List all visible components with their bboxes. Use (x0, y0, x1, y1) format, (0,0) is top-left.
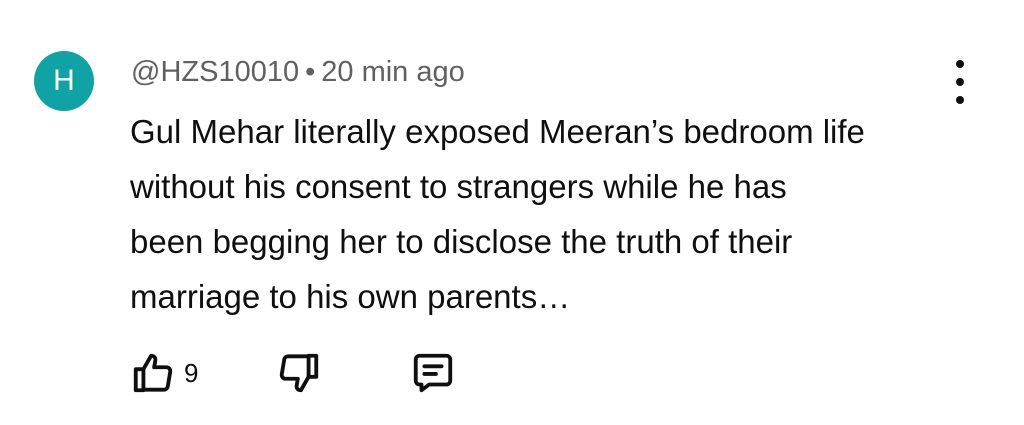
meta-separator: • (305, 56, 316, 88)
thumbs-down-icon (279, 353, 319, 393)
timestamp[interactable]: 20 min ago (321, 56, 465, 88)
comment-text-line: without his consent to strangers while h… (130, 168, 787, 205)
menu-dot (956, 60, 964, 68)
like-button[interactable]: 9 (130, 348, 198, 398)
comment-text: Gul Mehar literally exposed Meeran’s bed… (130, 104, 960, 324)
reply-comment-icon (413, 353, 453, 393)
avatar-letter: H (53, 64, 75, 97)
menu-dot (956, 78, 964, 86)
comment-meta: @HZS10010 • 20 min ago (131, 54, 465, 90)
thumbs-up-icon (133, 353, 173, 393)
comment-text-line: been begging her to disclose the truth o… (130, 223, 793, 260)
reply-button[interactable] (410, 348, 456, 398)
comment-text-line: Gul Mehar literally exposed Meeran’s bed… (130, 113, 865, 150)
dislike-button[interactable] (276, 348, 322, 398)
more-vertical-icon[interactable] (944, 60, 976, 104)
comment-text-line: marriage to his own parents… (130, 278, 571, 315)
menu-dot (956, 96, 964, 104)
like-count: 9 (184, 357, 199, 388)
comment-item: H @HZS10010 • 20 min ago Gul Mehar literal… (0, 0, 1024, 425)
avatar[interactable]: H (34, 51, 94, 111)
author-handle[interactable]: @HZS10010 (131, 56, 299, 88)
